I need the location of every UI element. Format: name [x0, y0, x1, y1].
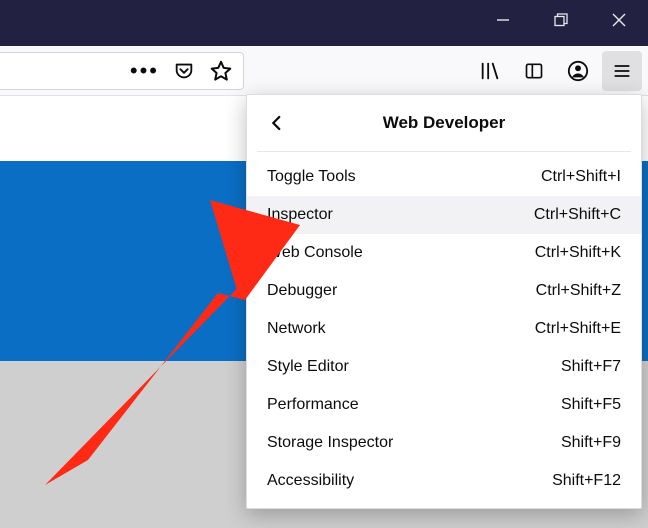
submenu-item-label: Toggle Tools: [267, 168, 356, 186]
submenu-header: Web Developer: [247, 95, 641, 151]
url-bar[interactable]: •••: [0, 52, 244, 90]
page-actions-icon[interactable]: •••: [130, 60, 159, 82]
web-developer-submenu: Web Developer Toggle Tools Ctrl+Shift+I In…: [246, 94, 642, 509]
submenu-item-shortcut: Ctrl+Shift+I: [541, 168, 621, 186]
submenu-item-label: Storage Inspector: [267, 434, 393, 452]
submenu-item-label: Accessibility: [267, 472, 354, 490]
submenu-item-shortcut: Ctrl+Shift+Z: [536, 282, 621, 300]
submenu-items: Toggle Tools Ctrl+Shift+I Inspector Ctrl+Sh…: [247, 158, 641, 500]
submenu-item-web-console[interactable]: Web Console Ctrl+Shift+K: [247, 234, 641, 272]
submenu-item-debugger[interactable]: Debugger Ctrl+Shift+Z: [247, 272, 641, 310]
minimize-button[interactable]: [474, 0, 532, 40]
submenu-back-button[interactable]: [263, 109, 291, 137]
hamburger-menu-button[interactable]: [602, 51, 642, 91]
submenu-item-label: Style Editor: [267, 358, 349, 376]
submenu-item-shortcut: Ctrl+Shift+E: [535, 320, 621, 338]
submenu-title: Web Developer: [247, 113, 641, 133]
submenu-separator: [257, 151, 631, 152]
submenu-item-label: Performance: [267, 396, 359, 414]
submenu-item-shortcut: Shift+F7: [561, 358, 621, 376]
submenu-item-shortcut: Shift+F12: [552, 472, 621, 490]
library-icon[interactable]: [470, 51, 510, 91]
submenu-item-label: Web Console: [267, 244, 363, 262]
submenu-item-shortcut: Ctrl+Shift+C: [534, 206, 621, 224]
submenu-item-toggle-tools[interactable]: Toggle Tools Ctrl+Shift+I: [247, 158, 641, 196]
submenu-item-network[interactable]: Network Ctrl+Shift+E: [247, 310, 641, 348]
submenu-item-shortcut: Shift+F5: [561, 396, 621, 414]
titlebar: [0, 0, 648, 46]
maximize-button[interactable]: [532, 0, 590, 40]
submenu-item-shortcut: Ctrl+Shift+K: [535, 244, 621, 262]
submenu-item-label: Debugger: [267, 282, 337, 300]
submenu-item-label: Network: [267, 320, 326, 338]
sidebar-icon[interactable]: [514, 51, 554, 91]
submenu-item-label: Inspector: [267, 206, 333, 224]
toolbar-icons: [470, 51, 648, 91]
submenu-item-performance[interactable]: Performance Shift+F5: [247, 386, 641, 424]
pocket-icon[interactable]: [173, 60, 195, 82]
submenu-item-shortcut: Shift+F9: [561, 434, 621, 452]
submenu-item-style-editor[interactable]: Style Editor Shift+F7: [247, 348, 641, 386]
submenu-item-accessibility[interactable]: Accessibility Shift+F12: [247, 462, 641, 500]
close-button[interactable]: [590, 0, 648, 40]
submenu-item-inspector[interactable]: Inspector Ctrl+Shift+C: [247, 196, 641, 234]
account-icon[interactable]: [558, 51, 598, 91]
toolbar: •••: [0, 46, 648, 96]
bookmark-star-icon[interactable]: [209, 59, 233, 83]
submenu-item-storage-inspector[interactable]: Storage Inspector Shift+F9: [247, 424, 641, 462]
window-root: •••: [0, 0, 648, 528]
